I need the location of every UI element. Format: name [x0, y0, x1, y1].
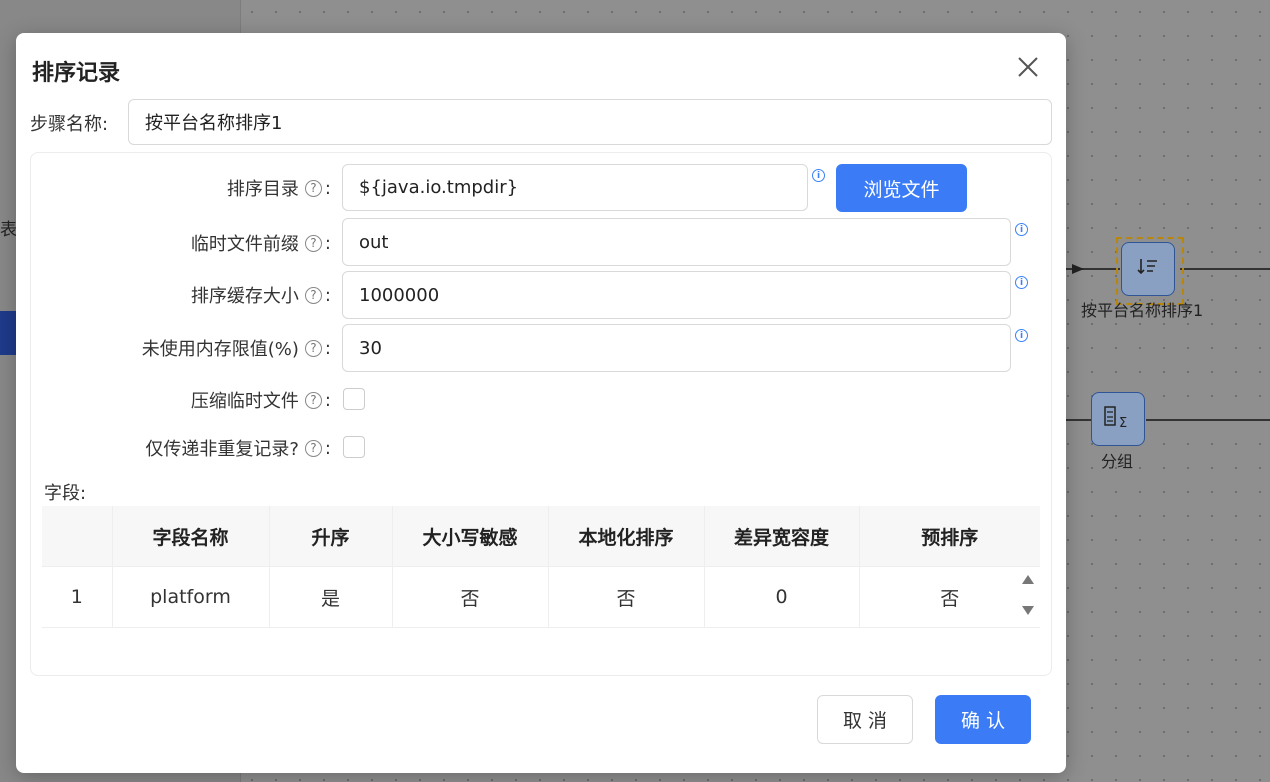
connector-arrow — [1072, 264, 1084, 274]
case-sensitive-cell[interactable]: 否 — [392, 566, 549, 628]
info-icon: i — [1015, 276, 1028, 289]
temp-prefix-label: 临时文件前缀 ?: — [190, 232, 331, 256]
field-name-cell[interactable]: platform — [112, 566, 270, 628]
column-header: 预排序 — [859, 506, 1040, 567]
table-row[interactable]: 1 platform 是 否 否 0 否 — [42, 566, 1040, 628]
free-memory-input[interactable] — [342, 324, 1011, 372]
fields-table: 字段名称 升序 大小写敏感 本地化排序 差异宽容度 预排序 1 platform… — [42, 506, 1040, 628]
ascending-cell[interactable]: 是 — [269, 566, 393, 628]
temp-prefix-input[interactable] — [342, 218, 1011, 266]
sort-dir-label: 排序目录 ?: — [226, 177, 331, 201]
sort-node[interactable] — [1121, 242, 1175, 296]
help-icon[interactable]: ? — [304, 439, 322, 457]
group-node[interactable]: Σ — [1091, 392, 1145, 446]
info-icon: i — [812, 169, 825, 182]
info-icon: i — [1015, 223, 1028, 236]
dialog-title: 排序记录 — [32, 61, 121, 86]
unique-label: 仅传递非重复记录? ?: — [145, 437, 331, 461]
sort-node-label: 按平台名称排序1 — [1081, 301, 1204, 320]
close-button[interactable] — [1014, 53, 1042, 81]
compress-label: 压缩临时文件 ?: — [190, 389, 331, 413]
help-icon[interactable]: ? — [304, 391, 322, 409]
column-header: 本地化排序 — [548, 506, 705, 567]
locale-sort-cell[interactable]: 否 — [548, 566, 705, 628]
cache-size-input[interactable] — [342, 271, 1011, 319]
collator-strength-cell[interactable]: 0 — [704, 566, 860, 628]
table-header-row: 字段名称 升序 大小写敏感 本地化排序 差异宽容度 预排序 — [42, 506, 1040, 567]
cancel-button[interactable]: 取 消 — [817, 695, 913, 744]
group-node-label: 分组 — [1101, 452, 1134, 471]
column-header — [42, 506, 113, 567]
connector-line — [1180, 268, 1270, 270]
help-icon[interactable]: ? — [304, 339, 322, 357]
scroll-up-icon[interactable] — [1022, 575, 1034, 584]
sort-records-dialog: 排序记录 步骤名称: 排序目录 ?: i 浏览文件 临时文件前缀 ?: i 排序… — [16, 33, 1066, 773]
fields-section-label: 字段: — [44, 483, 87, 504]
row-index-cell: 1 — [42, 566, 113, 628]
connector-line — [1146, 419, 1270, 421]
column-header: 字段名称 — [112, 506, 270, 567]
close-icon — [1018, 57, 1038, 77]
help-icon[interactable]: ? — [304, 179, 322, 197]
column-header: 大小写敏感 — [392, 506, 549, 567]
group-sum-icon: Σ — [1103, 404, 1133, 435]
help-icon[interactable]: ? — [304, 286, 322, 304]
cache-size-label: 排序缓存大小 ?: — [190, 284, 331, 308]
info-icon: i — [1015, 329, 1028, 342]
compress-checkbox[interactable] — [343, 388, 365, 410]
svg-text:Σ: Σ — [1119, 416, 1127, 430]
column-header: 差异宽容度 — [704, 506, 860, 567]
scroll-down-icon[interactable] — [1022, 606, 1034, 615]
sort-dir-input[interactable] — [342, 164, 808, 211]
column-header: 升序 — [269, 506, 393, 567]
help-icon[interactable]: ? — [304, 234, 322, 252]
presorted-cell[interactable]: 否 — [859, 566, 1040, 628]
free-memory-label: 未使用内存限值(%) ?: — [141, 337, 331, 361]
unique-checkbox[interactable] — [343, 436, 365, 458]
confirm-button[interactable]: 确 认 — [935, 695, 1031, 744]
browse-files-button[interactable]: 浏览文件 — [836, 164, 967, 212]
sort-icon — [1137, 256, 1159, 283]
left-panel-active-item — [0, 311, 16, 355]
step-name-label: 步骤名称: — [30, 114, 109, 135]
step-name-input[interactable] — [128, 99, 1052, 145]
connector-line — [1066, 419, 1092, 421]
left-panel-text: 表 — [0, 220, 17, 240]
